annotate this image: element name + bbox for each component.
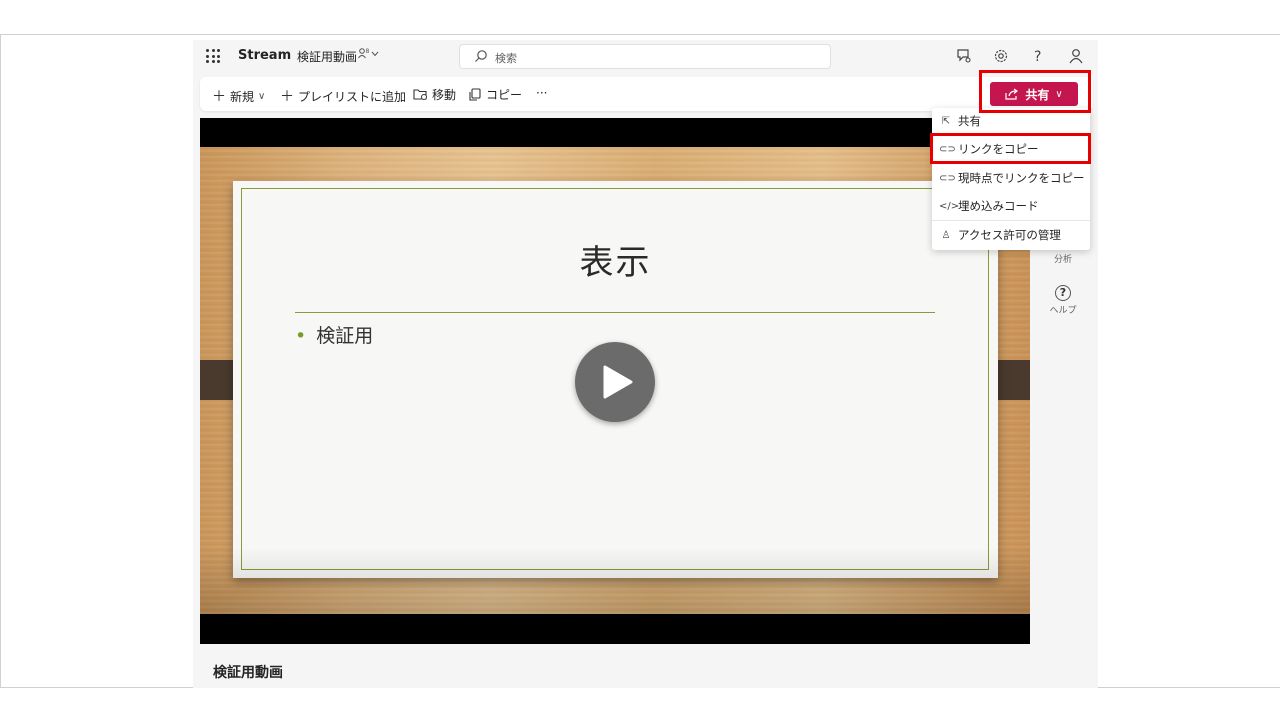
menu-separator [932,220,1090,221]
search-placeholder[interactable]: 検索 [495,50,517,66]
copy-button[interactable]: コピー [468,86,522,103]
more-options-button[interactable]: ··· [536,86,547,100]
copy-icon [469,88,481,101]
search-icon [475,50,487,62]
svg-text:8: 8 [366,48,370,55]
new-button[interactable]: ＋ 新規 ∨ [212,86,265,106]
document-name[interactable]: 検証用動画 [297,48,357,65]
help-circle-icon: ? [1055,285,1071,301]
slide-top-border [0,34,1280,35]
app-launcher-icon[interactable] [206,49,220,63]
video-player[interactable]: 表示 • 検証用 [200,118,1030,644]
settings-gear-icon[interactable] [992,47,1010,65]
account-person-icon[interactable] [1067,47,1085,65]
app-name[interactable]: Stream [238,48,291,63]
highlight-share-button [979,70,1091,113]
slide-bullet-text: 検証用 [316,325,374,347]
copy-label: コピー [486,88,523,102]
folder-move-icon [413,89,427,100]
menu-item-label: 共有 [958,114,981,128]
menu-item-copy-link-at-time[interactable]: ⊂⊃ 現時点でリンクをコピー [932,165,1090,191]
add-to-playlist-label: プレイリストに追加 [298,89,407,104]
embed-icon: </> [939,200,960,212]
play-button[interactable] [575,342,655,422]
rail-help-label: ヘルプ [1049,306,1077,316]
video-title: 検証用動画 [213,665,283,681]
help-question-icon[interactable]: ? [1029,47,1047,65]
chevron-down-icon: ∨ [258,90,266,102]
top-bar: Stream 検証用動画 8 検索 ? [193,40,1098,72]
slide-title: 表示 [579,243,652,283]
play-icon [603,365,633,399]
more-label: ··· [536,86,548,100]
people-chevron-icon[interactable]: 8 [357,47,381,64]
menu-item-label: 埋め込みコード [958,199,1039,213]
rail-help[interactable]: ? ヘルプ [1048,285,1078,316]
share-dropdown-menu: ⇱ 共有 ⊂⊃ リンクをコピー ⊂⊃ 現時点でリンクをコピー </> 埋め込みコ… [932,108,1090,250]
menu-item-label: 現時点でリンクをコピー [958,171,1085,185]
command-bar: ＋ 新規 ∨ ＋ プレイリストに追加 移動 コピー ··· [200,77,1093,111]
link-time-icon: ⊂⊃ [939,172,956,184]
highlight-copy-link [930,133,1091,164]
manage-access-icon: ♙ [941,229,951,241]
search-box[interactable]: 検索 [459,44,831,69]
move-label: 移動 [432,88,457,102]
menu-item-manage-access[interactable]: ♙ アクセス許可の管理 [932,222,1090,248]
rail-analytics[interactable]: 分析 [1048,252,1078,265]
svg-text:?: ? [1034,49,1041,65]
slide-divider [295,312,935,313]
move-button[interactable]: 移動 [413,86,456,103]
slide-bullet: • 検証用 [295,325,374,347]
feedback-icon[interactable] [955,47,973,65]
plus-icon: ＋ [212,89,226,105]
new-label: 新規 [230,89,255,104]
plus-icon: ＋ [280,89,294,105]
menu-item-embed-code[interactable]: </> 埋め込みコード [932,193,1090,219]
slide-left-border [0,34,1,688]
rail-analytics-label: 分析 [1053,255,1072,265]
add-to-playlist-button[interactable]: ＋ プレイリストに追加 [280,86,406,106]
menu-item-label: アクセス許可の管理 [958,228,1061,242]
share-icon: ⇱ [941,115,951,127]
